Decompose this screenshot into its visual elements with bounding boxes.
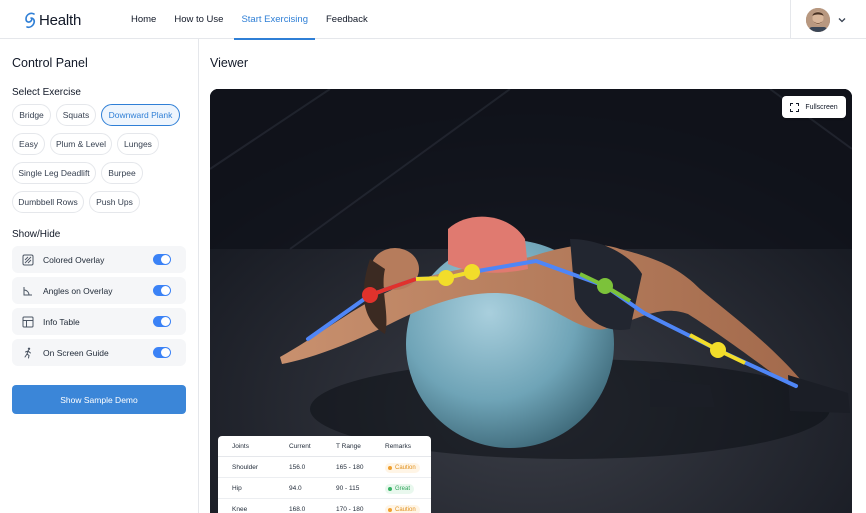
- info-table-switch[interactable]: [153, 316, 171, 327]
- exercise-chip-dumbbell-rows[interactable]: Dumbbell Rows: [12, 191, 84, 213]
- nav-home[interactable]: Home: [124, 0, 163, 39]
- main-nav: Home How to Use Start Exercising Feedbac…: [124, 0, 379, 40]
- cell-remark: Caution: [385, 499, 420, 513]
- header-current: Current: [289, 443, 311, 450]
- cell-range: 165 - 180: [336, 464, 364, 471]
- toggle-label: Colored Overlay: [43, 254, 105, 265]
- toggle-label: Angles on Overlay: [43, 285, 113, 296]
- show-hide-label: Show/Hide: [12, 229, 61, 240]
- runner-icon: [24, 347, 31, 358]
- status-dot-icon: [388, 465, 392, 470]
- exercise-chip-lunges[interactable]: Lunges: [117, 133, 159, 155]
- cell-range: 90 - 115: [336, 485, 360, 492]
- table-row: Knee 168.0 170 - 180 Caution: [218, 499, 431, 513]
- exercise-chip-plum-level[interactable]: Plum & Level: [50, 133, 112, 155]
- chevron-down-icon[interactable]: [837, 15, 847, 25]
- table-row: Hip 94.0 90 - 115 Great: [218, 478, 431, 499]
- cell-current: 94.0: [289, 485, 302, 492]
- logo[interactable]: Health: [24, 9, 81, 31]
- cell-range: 170 - 180: [336, 506, 364, 513]
- nav-start-exercising[interactable]: Start Exercising: [234, 0, 315, 40]
- header-remarks: Remarks: [385, 443, 412, 450]
- cell-joint: Shoulder: [232, 464, 259, 471]
- info-table: Joints Current T Range Remarks Shoulder …: [218, 436, 431, 513]
- cell-joint: Knee: [232, 506, 248, 513]
- cell-current: 156.0: [289, 464, 306, 471]
- logo-mark-icon: [25, 12, 36, 29]
- user-menu[interactable]: [790, 0, 866, 39]
- fullscreen-label: Fullscreen: [805, 103, 838, 111]
- nav-how-to-use[interactable]: How to Use: [167, 0, 230, 39]
- exercise-chip-downward-plank[interactable]: Downward Plank: [101, 104, 180, 126]
- exercise-chip-single-leg-deadlift[interactable]: Single Leg Deadlift: [12, 162, 96, 184]
- exercise-chip-push-ups[interactable]: Push Ups: [89, 191, 140, 213]
- angles-overlay-switch[interactable]: [153, 285, 171, 296]
- top-navbar: Health Home How to Use Start Exercising …: [0, 0, 866, 40]
- badge-label: Caution: [395, 506, 416, 513]
- colored-overlay-switch[interactable]: [153, 254, 171, 265]
- control-panel: Control Panel Select Exercise Bridge Squ…: [0, 39, 199, 513]
- viewer-canvas[interactable]: Fullscreen Joints Current T Range Remark…: [210, 89, 852, 513]
- badge-label: Caution: [395, 464, 416, 471]
- cell-remark: Great: [385, 478, 415, 499]
- status-badge: Caution: [385, 462, 420, 473]
- logo-text: Health: [39, 11, 82, 29]
- exercise-chip-bridge[interactable]: Bridge: [12, 104, 51, 126]
- header-joints: Joints: [232, 443, 249, 450]
- badge-label: Great: [395, 485, 411, 492]
- toggle-label: On Screen Guide: [43, 347, 109, 358]
- status-dot-icon: [388, 486, 392, 491]
- angle-icon: [23, 286, 32, 295]
- viewer-title: Viewer: [210, 56, 248, 70]
- show-sample-demo-button[interactable]: Show Sample Demo: [12, 385, 186, 414]
- on-screen-guide-switch[interactable]: [153, 347, 171, 358]
- status-badge: Caution: [385, 504, 420, 513]
- exercise-chip-squats[interactable]: Squats: [56, 104, 96, 126]
- select-exercise-label: Select Exercise: [12, 87, 81, 98]
- status-badge: Great: [385, 483, 415, 494]
- toggle-row-info-table[interactable]: Info Table: [12, 308, 186, 335]
- info-table-header: Joints Current T Range Remarks: [218, 436, 431, 457]
- fullscreen-icon: [790, 102, 800, 112]
- toggle-label: Info Table: [43, 316, 80, 327]
- avatar-image: [806, 7, 830, 32]
- toggle-row-on-screen-guide[interactable]: On Screen Guide: [12, 339, 186, 366]
- nav-feedback[interactable]: Feedback: [319, 0, 375, 39]
- table-row: Shoulder 156.0 165 - 180 Caution: [218, 457, 431, 478]
- status-dot-icon: [388, 507, 392, 512]
- cell-joint: Hip: [232, 485, 242, 492]
- toggle-row-colored-overlay[interactable]: Colored Overlay: [12, 246, 186, 273]
- header-t-range: T Range: [336, 443, 361, 450]
- exercise-chip-burpee[interactable]: Burpee: [101, 162, 143, 184]
- exercise-chip-easy[interactable]: Easy: [12, 133, 45, 155]
- panel-title: Control Panel: [12, 56, 88, 70]
- overlay-icon: [22, 254, 34, 265]
- fullscreen-button[interactable]: Fullscreen: [782, 96, 846, 118]
- toggle-row-angles-on-overlay[interactable]: Angles on Overlay: [12, 277, 186, 304]
- cell-current: 168.0: [289, 506, 306, 513]
- avatar[interactable]: [806, 7, 830, 32]
- table-icon: [22, 316, 34, 327]
- cell-remark: Caution: [385, 457, 420, 478]
